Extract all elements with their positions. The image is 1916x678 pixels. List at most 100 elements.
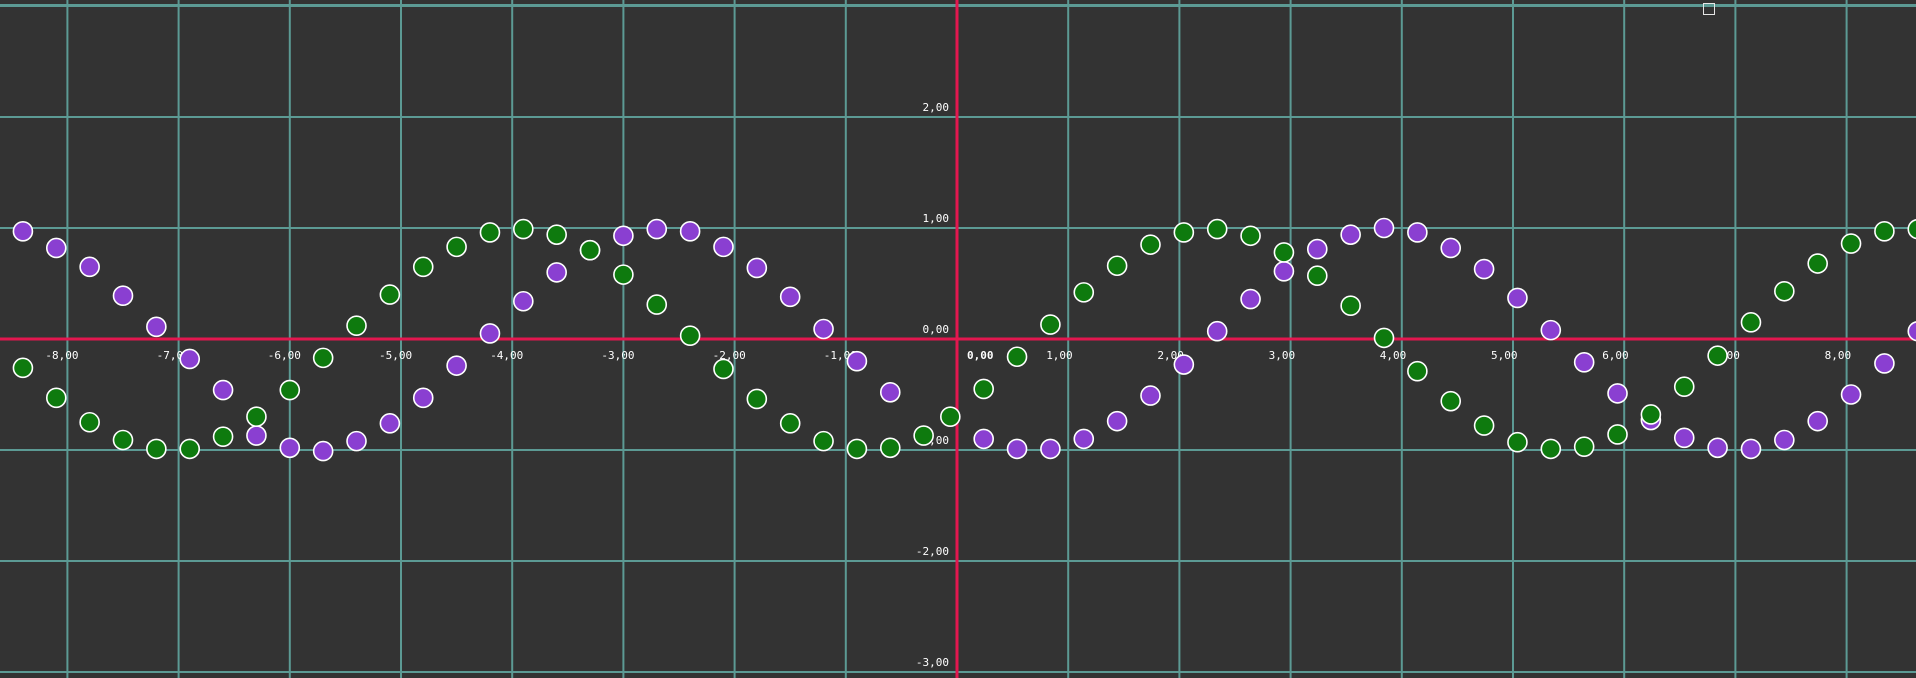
series-2-point — [212, 426, 234, 447]
x-tick-label: -4,00 — [490, 349, 523, 362]
series-2-point — [279, 379, 301, 401]
series-1-point — [312, 440, 334, 462]
series-1-point — [1373, 217, 1395, 239]
series-1-point — [112, 285, 134, 307]
series-2-point — [646, 294, 668, 315]
series-2-point — [346, 315, 367, 336]
series-1-point — [12, 221, 34, 242]
series-1-point — [412, 387, 434, 409]
series-1-point — [1273, 260, 1295, 282]
series-2-point — [1673, 376, 1695, 398]
series-2-point — [1040, 314, 1061, 335]
series-2-point — [1073, 282, 1095, 303]
series-1-point — [1106, 410, 1128, 432]
series-1-point — [279, 437, 301, 459]
series-1-point — [1306, 238, 1328, 260]
x-tick-label: -5,00 — [379, 349, 412, 362]
series-2-point — [513, 218, 534, 240]
series-2-point — [1774, 280, 1795, 302]
series-2-point — [546, 224, 567, 245]
series-2-point — [1840, 233, 1862, 254]
origin-label: 0,00 — [967, 349, 994, 362]
scatter-plot: -8,00 -7,00 -6,00 -5,00 -4,00 -3,00 -2,00 -1,00… — [0, 0, 1916, 678]
series-2-point — [112, 429, 134, 451]
series-1-point — [45, 237, 67, 259]
series-2-point — [1206, 218, 1228, 240]
x-tick-label: 4,00 — [1380, 349, 1407, 362]
series-2-point — [1507, 431, 1528, 453]
y-tick-label: -3,00 — [916, 656, 949, 669]
series-1-point — [973, 428, 994, 450]
series-1-point — [1507, 287, 1528, 309]
series-2-point — [1106, 255, 1128, 277]
series-1-point — [779, 286, 801, 308]
series-1-point — [1040, 438, 1061, 460]
series-2-point — [1740, 312, 1762, 333]
x-tick-label: 1,00 — [1046, 349, 1073, 362]
x-tick-label: 6,00 — [1602, 349, 1629, 362]
series-1-point — [1607, 383, 1628, 404]
series-1-point — [1173, 354, 1195, 375]
series-1-point — [1840, 384, 1862, 405]
x-tick-label: -3,00 — [601, 349, 634, 362]
series-2-point — [1807, 253, 1828, 274]
series-1-point — [1573, 352, 1595, 373]
square-outline-icon[interactable] — [1703, 3, 1715, 15]
x-tick-label: -6,00 — [268, 349, 301, 362]
x-tick-label: -2,00 — [713, 349, 746, 362]
series-1-point — [479, 323, 501, 344]
series-2-point — [1407, 360, 1428, 382]
series-1-point — [813, 318, 834, 340]
series-2-point — [1306, 265, 1328, 287]
series-1-point — [546, 262, 567, 283]
series-1-point — [879, 381, 901, 403]
series-2-point — [146, 438, 167, 460]
series-1-point — [679, 221, 701, 242]
series-2-point — [940, 406, 961, 428]
series-2-point — [846, 438, 868, 460]
series-2-point — [1373, 327, 1395, 349]
series-2-point — [479, 222, 501, 243]
series-2-point — [1240, 225, 1261, 247]
series-2-point — [1273, 242, 1295, 263]
series-2-point — [1140, 234, 1161, 255]
series-1-point — [746, 257, 768, 279]
series-2-point — [179, 438, 201, 460]
series-2-point — [679, 325, 701, 346]
series-2-point — [1440, 390, 1462, 412]
series-2-point — [779, 413, 801, 434]
series-2-point — [312, 347, 334, 369]
series-1-point — [379, 413, 401, 434]
series-1-point — [1440, 237, 1462, 259]
series-1-point — [1407, 222, 1428, 243]
series-2-point — [1173, 222, 1195, 243]
y-tick-label: 0,00 — [923, 323, 950, 336]
series-1-point — [1540, 319, 1562, 341]
series-2-point — [446, 236, 467, 258]
x-tick-label: -8,00 — [45, 349, 78, 362]
series-2-point — [246, 406, 267, 428]
series-1-point — [246, 425, 267, 446]
series-1-point — [179, 348, 201, 370]
x-tick-label: 3,00 — [1269, 349, 1296, 362]
series-2-point — [973, 378, 994, 400]
series-2-point — [746, 388, 768, 410]
series-1-point — [1073, 428, 1095, 450]
series-1-point — [1673, 427, 1695, 449]
series-2-point — [613, 264, 634, 285]
series-2-point — [913, 425, 934, 446]
series-2-point — [813, 430, 834, 452]
series-2-point — [1573, 436, 1595, 457]
series-2-point — [79, 411, 100, 433]
series-1-point — [713, 236, 734, 258]
y-tick-label: 2,00 — [923, 101, 950, 114]
series-1-point — [1006, 438, 1028, 460]
series-1-point — [846, 350, 868, 372]
y-tick-label: -2,00 — [916, 545, 949, 558]
x-tick-label: 8,00 — [1825, 349, 1852, 362]
series-2-point — [1707, 345, 1728, 366]
series-1-point — [1140, 385, 1161, 406]
series-2-point — [1340, 295, 1361, 317]
series-2-point — [12, 357, 34, 379]
series-2-point — [1607, 424, 1628, 445]
